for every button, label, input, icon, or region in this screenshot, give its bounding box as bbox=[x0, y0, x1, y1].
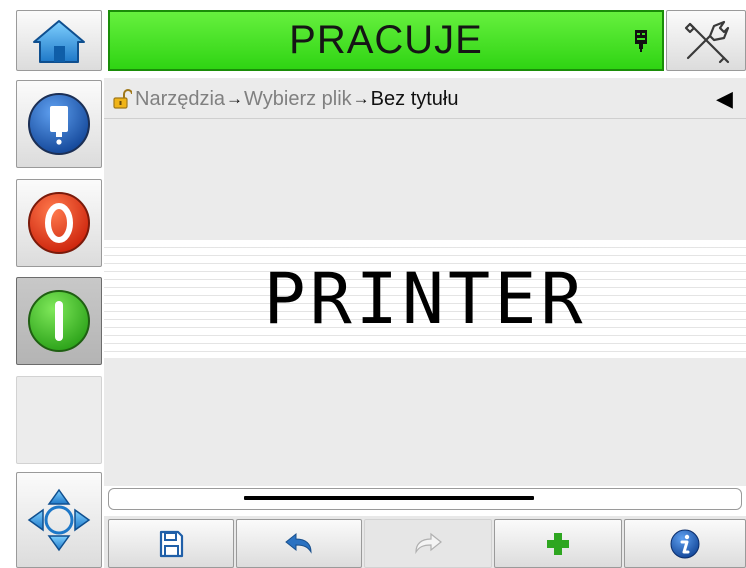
message-text[interactable]: PRINTER bbox=[104, 262, 746, 336]
start-button[interactable] bbox=[16, 277, 102, 365]
tools-button[interactable] bbox=[666, 10, 746, 71]
redo-button[interactable] bbox=[364, 519, 492, 568]
navigation-button[interactable] bbox=[16, 472, 102, 568]
empty-slot bbox=[16, 376, 102, 464]
breadcrumb-divider bbox=[104, 118, 746, 119]
save-icon bbox=[159, 530, 184, 557]
stop-button[interactable] bbox=[16, 179, 102, 267]
ink-cartridge-icon bbox=[28, 93, 90, 155]
add-icon bbox=[547, 532, 569, 555]
breadcrumb-item-tools[interactable]: Narzędzia bbox=[135, 88, 225, 111]
save-button[interactable] bbox=[108, 519, 234, 568]
info-icon bbox=[670, 529, 700, 558]
undo-icon bbox=[285, 532, 312, 554]
scrollbar-thumb[interactable] bbox=[244, 496, 534, 500]
ink-system-button[interactable] bbox=[16, 80, 102, 168]
start-icon bbox=[28, 290, 90, 352]
undo-button[interactable] bbox=[236, 519, 362, 568]
breadcrumb-item-current: Bez tytułu bbox=[370, 87, 459, 110]
breadcrumb-separator: → bbox=[226, 89, 244, 108]
breadcrumb-separator: → bbox=[352, 89, 370, 108]
collapse-arrow-icon[interactable]: ◀ bbox=[716, 86, 733, 112]
status-label: PRACUJE bbox=[289, 18, 483, 62]
padlock-icon bbox=[113, 89, 132, 109]
redo-icon bbox=[415, 532, 442, 554]
printhead-icon bbox=[635, 30, 647, 52]
navigation-arrows-icon bbox=[27, 488, 91, 552]
breadcrumb: Narzędzia → Wybierz plik → Bez tytułu bbox=[112, 84, 459, 114]
info-button[interactable] bbox=[624, 519, 746, 568]
status-bar[interactable]: PRACUJE bbox=[108, 10, 664, 71]
tools-icon bbox=[684, 20, 730, 63]
home-button[interactable] bbox=[16, 10, 102, 71]
breadcrumb-item-select-file[interactable]: Wybierz plik bbox=[244, 88, 352, 111]
home-icon bbox=[33, 19, 85, 63]
stop-icon bbox=[28, 192, 90, 254]
add-button[interactable] bbox=[494, 519, 622, 568]
